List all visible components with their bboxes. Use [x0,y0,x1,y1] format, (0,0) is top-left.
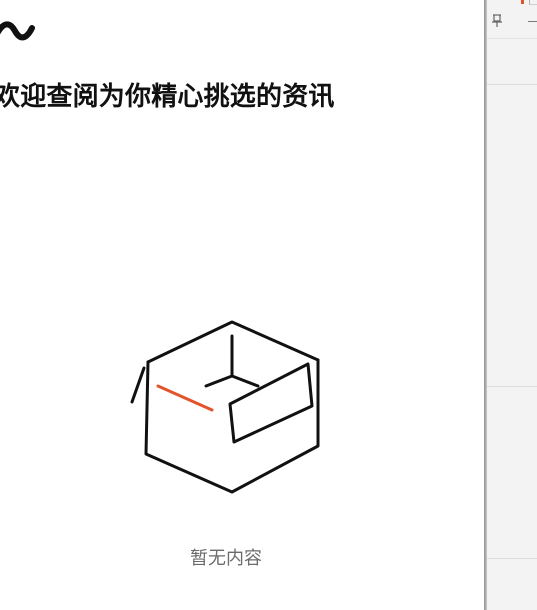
news-panel: 欢迎查阅为你精心挑选的资讯 暂无内容 [0,0,484,610]
tab-edge [529,0,537,5]
brand-wave-logo [0,21,35,41]
side-pane-divider [487,386,537,387]
empty-box-icon [130,320,320,494]
side-pane-divider [487,84,537,85]
minimize-icon[interactable] [528,21,537,22]
side-pane [487,0,537,610]
accent-marker [521,0,524,4]
page-title: 欢迎查阅为你精心挑选的资讯 [0,82,335,112]
side-pane-divider [487,558,537,559]
side-pane-toolbar [487,0,537,39]
empty-state-text: 暂无内容 [190,548,262,569]
pin-icon[interactable] [491,14,503,28]
